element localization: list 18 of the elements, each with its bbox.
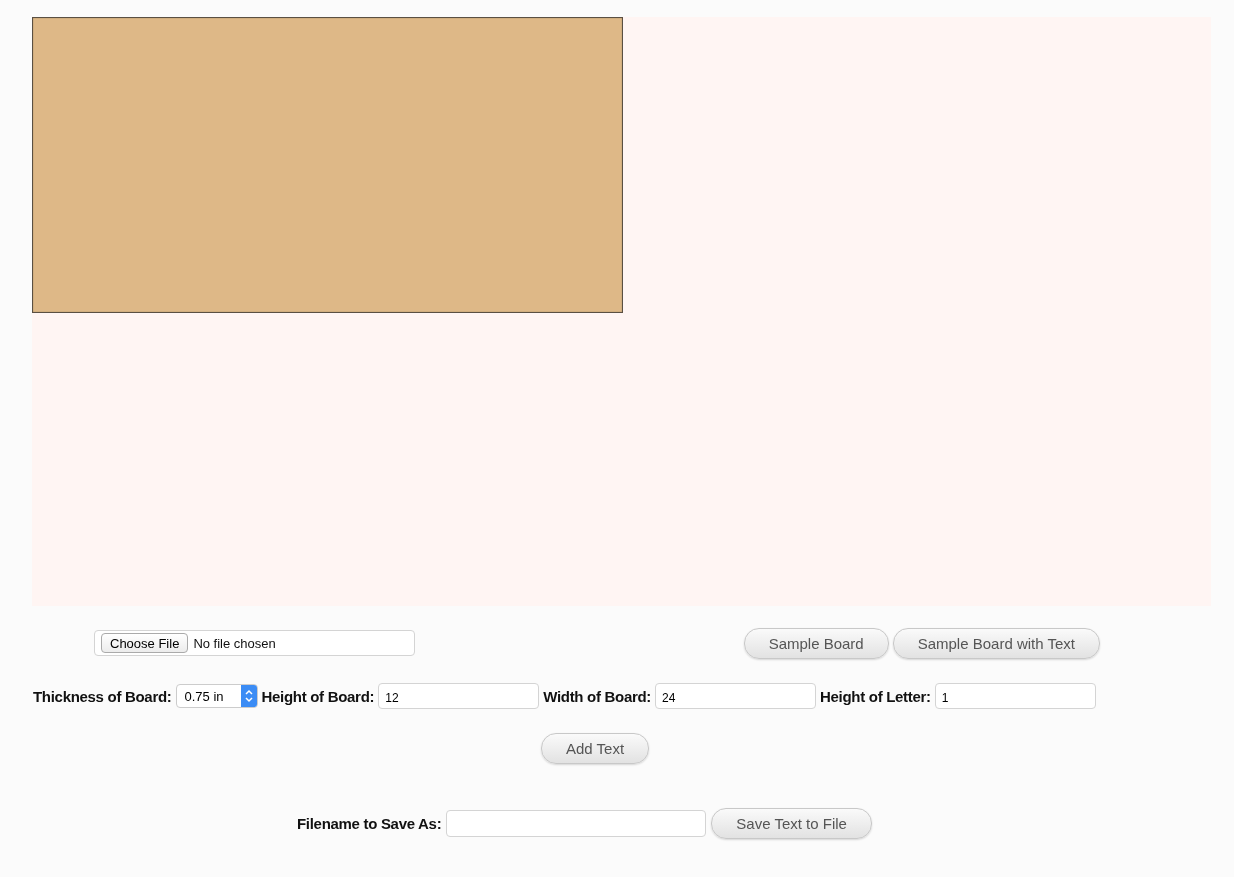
sample-button[interactable]: Sample Board with Text [892,627,1100,659]
field-label: Height of Letter: [820,687,931,705]
field-label: Width of Board: [543,687,652,705]
field-label: Thickness of Board: [33,687,172,705]
save-button[interactable]: Save Text to File [711,808,872,839]
field-label: Filename to Save As: [297,815,442,832]
input-field[interactable]: 12 [378,683,540,709]
filename-field[interactable] [446,810,707,837]
input-field[interactable]: 1 [934,683,1096,709]
thickness-select[interactable]: 0.75 in [175,684,258,708]
sample-button[interactable]: Sample Board [743,627,889,659]
choose-file-button[interactable]: Choose File [101,633,189,653]
file-status: No file chosen [193,635,276,651]
add-text-button[interactable]: Add Text [541,733,650,764]
file-picker[interactable]: Choose File No file chosen [94,630,415,656]
input-field[interactable]: 24 [655,683,817,709]
field-label: Height of Board: [261,687,375,705]
stepper-icon[interactable] [240,685,257,707]
